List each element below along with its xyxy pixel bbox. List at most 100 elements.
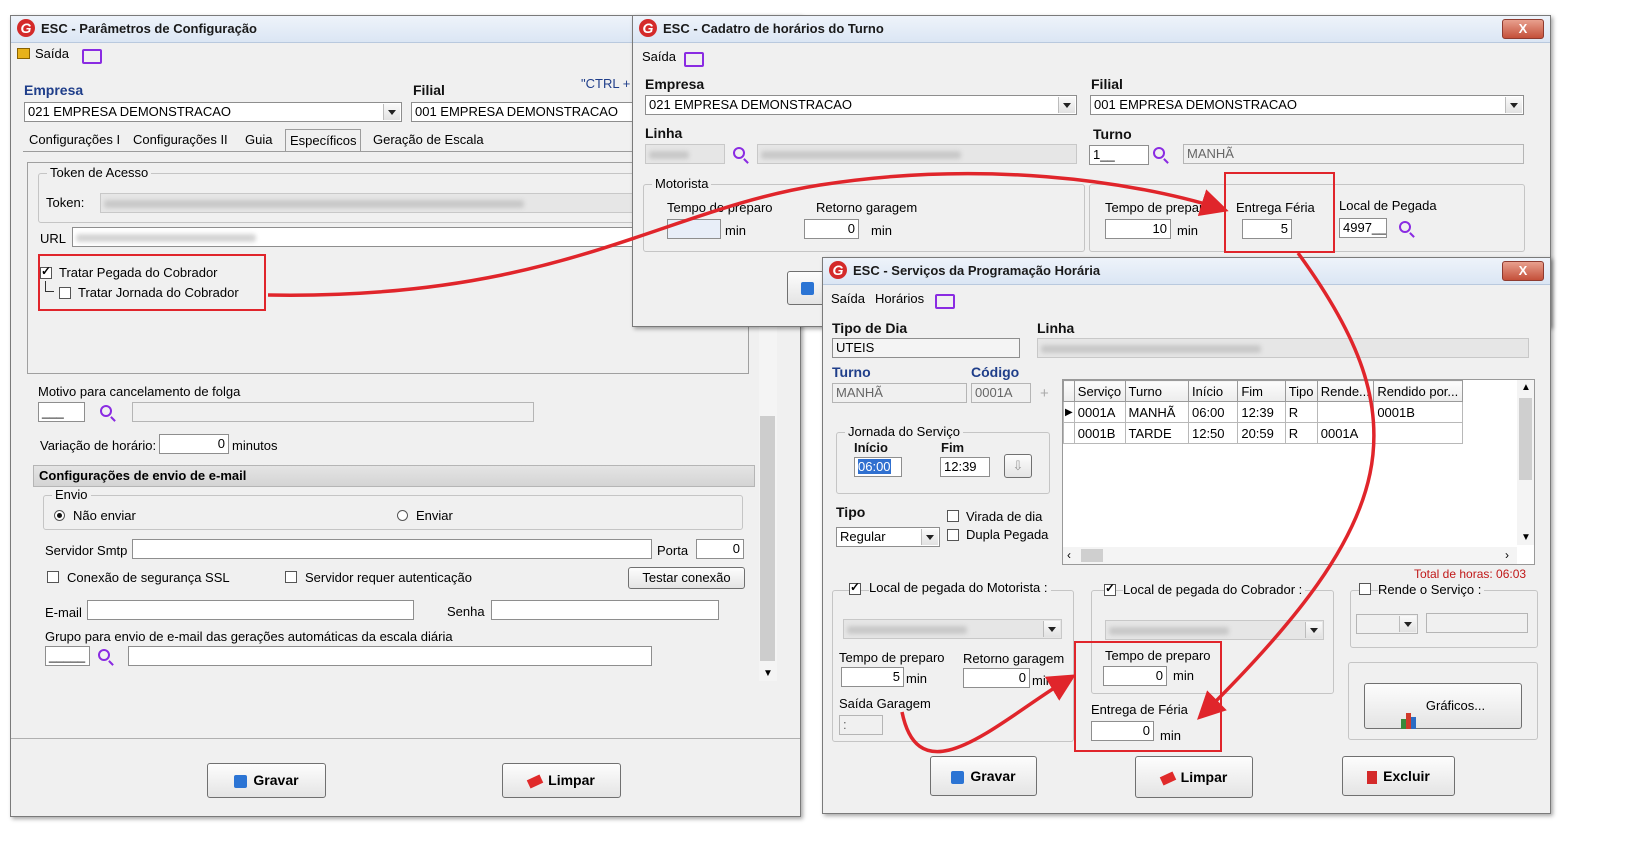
search-icon[interactable] (1153, 147, 1165, 159)
graficos-button[interactable]: Gráficos... (1364, 683, 1522, 729)
col-tipo[interactable]: Tipo (1284, 380, 1318, 402)
testar-conexao-button[interactable]: Testar conexão (628, 567, 745, 589)
chevron-down-icon[interactable] (1305, 622, 1322, 638)
chevron-right-icon[interactable]: › (1505, 548, 1509, 562)
fim-input[interactable]: 12:39 (940, 457, 990, 477)
monitor-icon[interactable] (684, 52, 704, 67)
tipo-dia-input[interactable]: UTEIS (832, 338, 1020, 358)
chevron-down-icon[interactable] (1043, 621, 1060, 637)
rende-checkbox[interactable] (1359, 583, 1371, 595)
inicio-input[interactable]: 06:00 (854, 457, 902, 477)
local-motorista-checkbox[interactable] (849, 580, 861, 595)
ssl-checkbox[interactable] (47, 571, 59, 583)
turno-code-input[interactable]: 1__ (1089, 145, 1149, 165)
grid-vscrollbar[interactable]: ▲ ▼ (1517, 380, 1534, 545)
servicos-limpar-button[interactable]: Limpar (1135, 756, 1253, 798)
chevron-down-icon[interactable] (383, 104, 400, 120)
dupla-pegada-checkbox[interactable] (947, 529, 959, 541)
servidor-input[interactable] (132, 539, 652, 559)
mot-tempo-input[interactable]: 5 (841, 667, 904, 687)
grid-cell[interactable]: 0001B (1073, 422, 1126, 444)
col-fim[interactable]: Fim (1237, 380, 1286, 402)
menu-saida[interactable]: Saída (642, 49, 676, 64)
chevron-left-icon[interactable]: ‹ (1067, 548, 1071, 562)
mot-retorno-input[interactable]: 0 (804, 219, 859, 239)
chevron-down-icon[interactable] (921, 529, 938, 545)
chevron-down-icon[interactable]: ▼ (763, 668, 773, 679)
enviar-radio[interactable] (397, 510, 408, 521)
menu-saida[interactable]: Saída (35, 46, 69, 61)
grid-cell[interactable]: TARDE (1124, 422, 1189, 444)
search-icon[interactable] (733, 147, 745, 159)
chevron-down-icon[interactable] (1399, 616, 1416, 632)
tipo-select[interactable]: Regular (836, 527, 940, 547)
local-cobrador-select[interactable] (1105, 620, 1324, 640)
local-pegada-input[interactable]: 4997__ (1339, 218, 1387, 238)
col-rendido-por[interactable]: Rendido por... (1373, 380, 1463, 402)
saida-garagem-input[interactable]: : (839, 715, 883, 735)
scroll-thumb[interactable] (760, 416, 775, 661)
email-input[interactable] (87, 600, 414, 620)
col-servico[interactable]: Serviço (1073, 380, 1126, 402)
close-icon[interactable]: X (1502, 261, 1544, 281)
table-row[interactable]: ▶ 0001A MANHÃ 06:00 12:39 R 0001B (1063, 401, 1463, 423)
add-icon[interactable]: + (1040, 385, 1049, 402)
variacao-input[interactable]: 0 (159, 434, 229, 454)
limpar-button[interactable]: Limpar (502, 763, 621, 798)
col-turno[interactable]: Turno (1124, 380, 1189, 402)
tab-configuracoes-1[interactable]: Configurações I (25, 129, 124, 151)
grupo-code-input[interactable]: _____ (45, 646, 90, 666)
search-icon[interactable] (1399, 221, 1411, 233)
col-rende[interactable]: Rende... (1316, 380, 1375, 402)
tab-especificos[interactable]: Específicos (285, 129, 362, 151)
filial-select[interactable]: 001 EMPRESA DEMONSTRACAO (411, 102, 633, 122)
turno-gravar-button[interactable] (787, 271, 827, 305)
chevron-down-icon[interactable]: ▼ (1521, 532, 1531, 543)
grid-cell[interactable]: R (1284, 401, 1318, 423)
arrow-down-icon[interactable]: ⇩ (1004, 454, 1032, 478)
close-icon[interactable]: X (1502, 19, 1544, 39)
filial-select[interactable]: 001 EMPRESA DEMONSTRACAO (1090, 95, 1524, 115)
local-cobrador-checkbox[interactable] (1104, 581, 1116, 596)
grid-cell[interactable]: R (1284, 422, 1318, 444)
grid-cell[interactable]: MANHÃ (1124, 401, 1189, 423)
empresa-select[interactable]: 021 EMPRESA DEMONSTRACAO (645, 95, 1077, 115)
chevron-down-icon[interactable] (1058, 97, 1075, 113)
tab-configuracoes-2[interactable]: Configurações II (129, 129, 232, 151)
table-row[interactable]: 0001B TARDE 12:50 20:59 R 0001A (1063, 422, 1463, 444)
grid-cell[interactable] (1373, 422, 1463, 444)
grid-cell[interactable]: 06:00 (1187, 401, 1239, 423)
porta-input[interactable]: 0 (696, 539, 744, 559)
gravar-button[interactable]: Gravar (207, 763, 326, 798)
tab-guia[interactable]: Guia (241, 129, 276, 151)
tab-geracao-escala[interactable]: Geração de Escala (369, 129, 488, 151)
monitor-icon[interactable] (935, 294, 955, 309)
grid-cell[interactable]: 0001A (1316, 422, 1375, 444)
empresa-select[interactable]: 021 EMPRESA DEMONSTRACAO (24, 102, 402, 122)
grid-cell[interactable]: 0001A (1073, 401, 1126, 423)
cob-tempo-input[interactable]: 10 (1105, 219, 1171, 239)
turno-select[interactable]: MANHÃ (832, 383, 967, 403)
retorno-garagem-input[interactable]: 0 (963, 668, 1030, 688)
grid-cell[interactable]: 12:39 (1237, 401, 1286, 423)
scroll-thumb[interactable] (1081, 549, 1103, 562)
menu-horarios[interactable]: Horários (875, 291, 924, 306)
menu-saida[interactable]: Saída (831, 291, 865, 306)
chevron-up-icon[interactable]: ▲ (1521, 382, 1531, 393)
linha-code-input[interactable] (645, 144, 725, 164)
search-icon[interactable] (98, 649, 110, 661)
scroll-thumb[interactable] (1519, 398, 1532, 480)
codigo-input[interactable]: 0001A (971, 383, 1031, 403)
local-motorista-select[interactable] (843, 619, 1062, 639)
grupo-desc-input[interactable] (128, 646, 652, 666)
grid-cell[interactable] (1316, 401, 1375, 423)
monitor-icon[interactable] (82, 49, 102, 64)
grid-hscrollbar[interactable]: ‹ › (1063, 547, 1517, 564)
mot-tempo-input[interactable] (667, 219, 721, 239)
rende-select[interactable] (1356, 614, 1418, 634)
motivo-code-input[interactable]: ___ (38, 402, 85, 422)
grid-cell[interactable]: 12:50 (1187, 422, 1239, 444)
col-inicio[interactable]: Início (1187, 380, 1239, 402)
auth-checkbox[interactable] (285, 571, 297, 583)
token-input[interactable] (100, 193, 720, 213)
